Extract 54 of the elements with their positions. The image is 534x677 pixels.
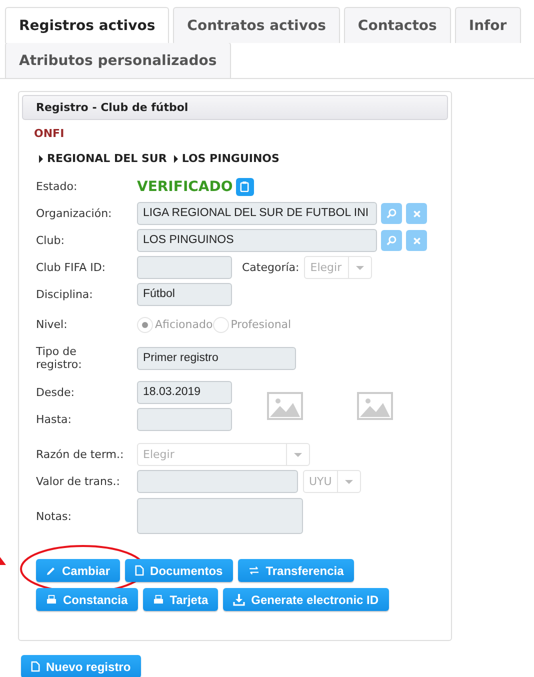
status-text: VERIFICADO [137,178,233,194]
input-field[interactable]: LOS PINGUINOS [137,229,377,252]
notes-field[interactable] [137,498,303,534]
date-field[interactable]: 18.03.2019 [137,381,232,404]
search-icon [386,235,397,246]
input-field[interactable] [137,256,232,279]
date-field[interactable] [137,408,232,431]
field-label: Disciplina: [36,288,94,301]
image-placeholder-icon [267,392,303,420]
input-field[interactable] [137,470,298,493]
organization-label: ONFI [34,127,66,140]
clipboard-icon [240,181,250,192]
field-label: Valor de trans.: [36,475,121,488]
arrows-icon [248,566,260,575]
tab[interactable]: Contactos [344,7,451,43]
field-label: Tipo de registro: [36,345,83,371]
field-label: Club FIFA ID: [36,261,107,274]
search-icon [386,208,397,219]
clear-button[interactable] [406,230,427,251]
annotation-arrow [0,557,6,565]
search-button[interactable] [381,203,402,224]
document-icon [135,565,144,576]
tab[interactable]: Registros activos [5,7,170,43]
field-label: Estado: [36,180,78,193]
pencil-icon [46,566,56,576]
breadcrumb-item[interactable]: LOS PINGUINOS [182,152,280,165]
printer-icon [152,595,164,604]
panel-title: Registro - Club de fútbol [22,95,448,120]
tab[interactable]: Infor [454,7,521,43]
field-label: Organización: [36,207,113,220]
clipboard-button[interactable] [236,178,254,196]
close-icon [412,236,420,244]
input-field[interactable]: Primer registro [137,346,296,370]
field-label: Notas: [36,510,72,522]
breadcrumb-item[interactable]: REGIONAL DEL SUR [47,152,167,165]
caret-icon [174,154,178,162]
input-field[interactable]: Fútbol [137,283,232,306]
input-field[interactable]: LIGA REGIONAL DEL SUR DE FUTBOL INI [137,202,377,225]
document-icon [31,661,40,672]
field-label: Hasta: [36,413,73,426]
field-label: Categoría: [242,261,300,274]
image-placeholder-icon [357,392,393,420]
field-label: Nivel: [36,318,68,331]
close-icon [412,210,420,218]
tab[interactable]: Atributos personalizados [5,43,231,78]
caret-icon [39,154,43,162]
download-icon [233,594,246,606]
printer-icon [46,595,57,604]
search-button[interactable] [381,230,402,251]
tab[interactable]: Contratos activos [173,7,340,43]
clear-button[interactable] [406,203,427,224]
field-label: Club: [36,234,66,247]
field-label: Razón de term.: [36,448,125,461]
field-label: Desde: [36,386,76,399]
